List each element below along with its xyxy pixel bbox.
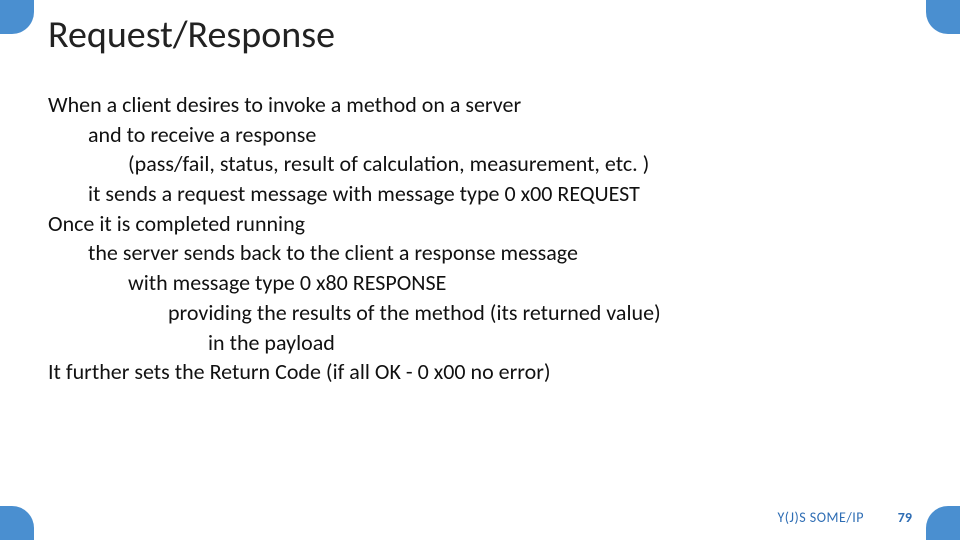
body-line: with message type 0 x80 RESPONSE bbox=[48, 268, 912, 298]
slide-body: When a client desires to invoke a method… bbox=[48, 90, 912, 387]
corner-decoration-bottom-left bbox=[0, 506, 34, 540]
slide-title: Request/Response bbox=[48, 12, 335, 58]
body-line: it sends a request message with message … bbox=[48, 179, 912, 209]
body-line: the server sends back to the client a re… bbox=[48, 238, 912, 268]
body-line: It further sets the Return Code (if all … bbox=[48, 357, 912, 387]
body-line: in the payload bbox=[48, 328, 912, 358]
corner-decoration-top-left bbox=[0, 0, 34, 34]
corner-decoration-top-right bbox=[926, 0, 960, 34]
body-line: and to receive a response bbox=[48, 120, 912, 150]
corner-decoration-bottom-right bbox=[926, 506, 960, 540]
body-line: When a client desires to invoke a method… bbox=[48, 90, 912, 120]
footer-label: Y(J)S SOME/IP bbox=[777, 509, 864, 526]
body-line: providing the results of the method (its… bbox=[48, 298, 912, 328]
page-number: 79 bbox=[898, 509, 912, 526]
body-line: Once it is completed running bbox=[48, 209, 912, 239]
body-line: (pass/fail, status, result of calculatio… bbox=[48, 149, 912, 179]
